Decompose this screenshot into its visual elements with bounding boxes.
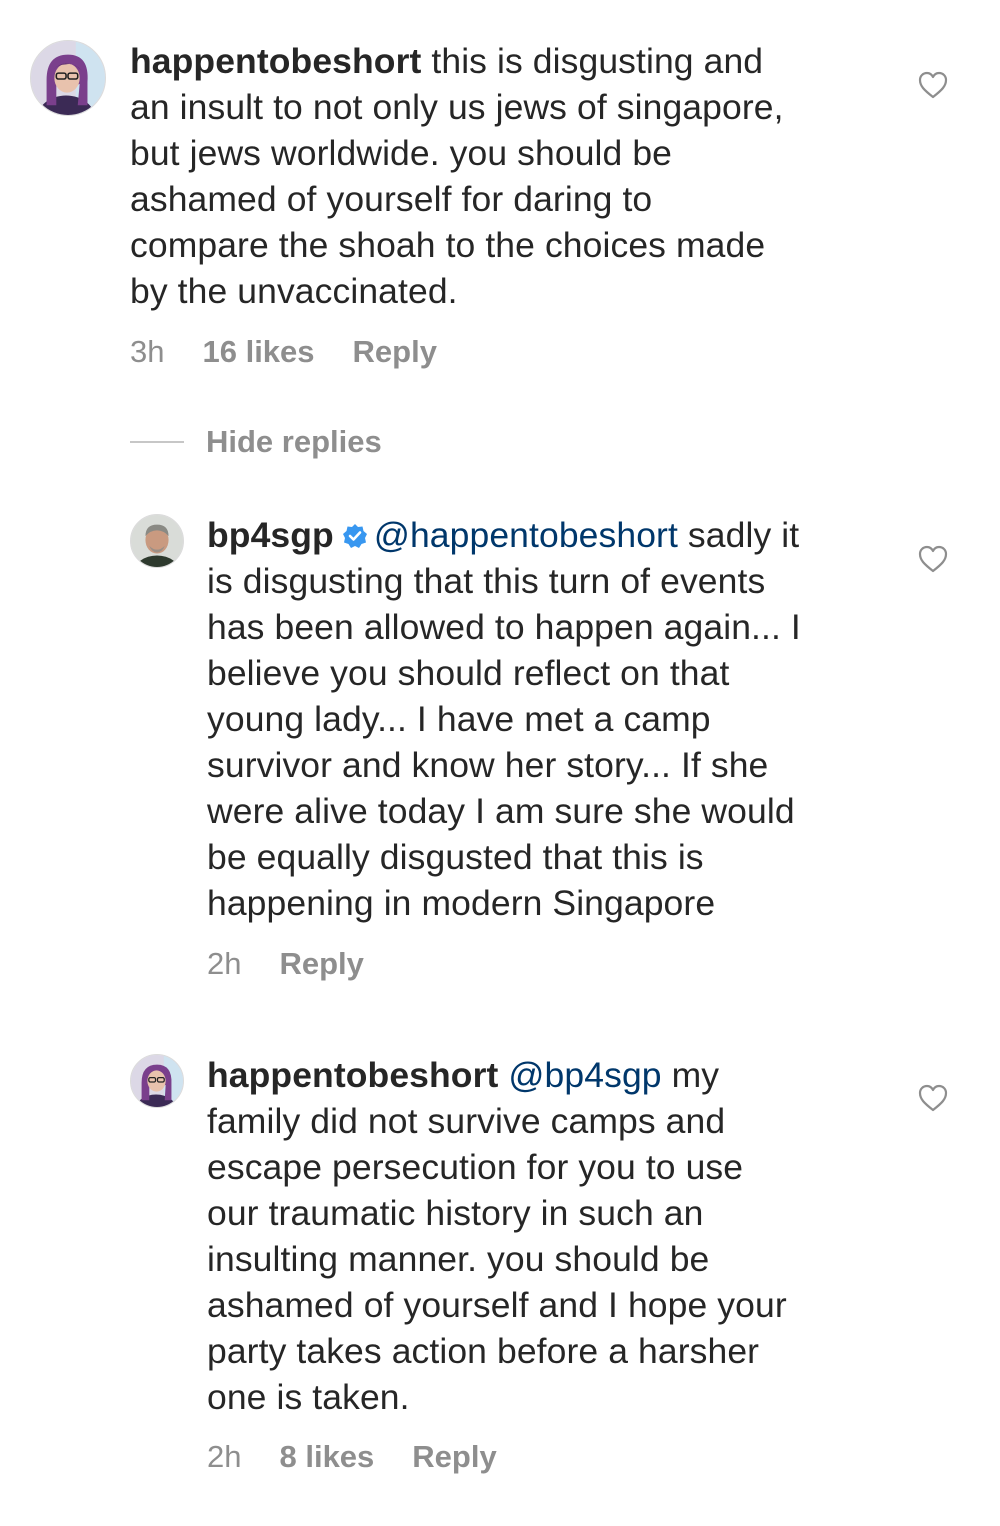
comment-text-line: ashamed of yourself and I hope your (207, 1285, 787, 1325)
comment-meta: 3h 16 likes Reply (130, 332, 475, 372)
mention-link[interactable]: @happentobeshort (374, 515, 678, 555)
comment-text-line: one is taken. (207, 1377, 410, 1417)
comment-timestamp: 3h (130, 334, 165, 369)
comment-text-line: young lady... I have met a camp (207, 699, 711, 739)
comment-text-line: were alive today I am sure she would (207, 791, 795, 831)
comment-username[interactable]: bp4sgp (207, 515, 334, 555)
comment-text-line: an insult to not only us jews of singapo… (130, 87, 784, 127)
avatar[interactable] (30, 40, 106, 116)
comment-text-line: survivor and know her story... If she (207, 745, 769, 785)
mention-link[interactable]: @bp4sgp (508, 1055, 661, 1095)
comment-username[interactable]: happentobeshort (207, 1055, 498, 1095)
comment-text-line: by the unvaccinated. (130, 271, 458, 311)
comment-text-line: happening in modern Singapore (207, 883, 716, 923)
comment-text-line: has been allowed to happen again... I (207, 607, 801, 647)
comment-text: bp4sgp @happentobeshort sadly it is disgu… (207, 512, 801, 926)
comment-timestamp: 2h (207, 946, 242, 981)
comment-text-line: be equally disgusted that this is (207, 837, 704, 877)
heart-outline-icon[interactable] (918, 545, 948, 573)
comment-meta: 2h 8 likes Reply (207, 1437, 535, 1477)
heart-outline-icon[interactable] (918, 71, 948, 99)
comment-text-line: but jews worldwide. you should be (130, 133, 673, 173)
comment-text: happentobeshort @bp4sgp my family did not… (207, 1052, 787, 1420)
comment-username[interactable]: happentobeshort (130, 41, 421, 81)
likes-count[interactable]: 16 likes (202, 334, 314, 369)
comment-text-line: is disgusting that this turn of events (207, 561, 766, 601)
comment-text-line: insulting manner. you should be (207, 1239, 710, 1279)
reply-button[interactable]: Reply (353, 334, 437, 369)
reply-button[interactable]: Reply (279, 946, 363, 981)
avatar[interactable] (130, 1054, 184, 1108)
comment-text-line: ashamed of yourself for daring to (130, 179, 653, 219)
reply-button[interactable]: Reply (412, 1439, 496, 1474)
hide-replies-label: Hide replies (206, 424, 382, 459)
comment-text-line: family did not survive camps and (207, 1101, 726, 1141)
heart-outline-icon[interactable] (918, 1084, 948, 1112)
comment-text-line: escape persecution for you to use (207, 1147, 744, 1187)
comment-text-line: compare the shoah to the choices made (130, 225, 766, 265)
comment-text: happentobeshort this is disgusting and a… (130, 38, 784, 314)
comment-meta: 2h Reply (207, 944, 402, 984)
comment-text-line: this is disgusting and (421, 41, 764, 81)
comment-timestamp: 2h (207, 1439, 242, 1474)
verified-badge-icon (342, 523, 368, 549)
comment-text-line: believe you should reflect on that (207, 653, 730, 693)
comment-text-line: party takes action before a harsher (207, 1331, 760, 1371)
comment-text-line: sadly it (677, 515, 800, 555)
comment-text-line: my (661, 1055, 720, 1095)
comment-item: happentobeshort this is disgusting and a… (0, 0, 1000, 400)
hide-replies-button[interactable]: Hide replies (130, 420, 382, 464)
comment-text-line: our traumatic history in such an (207, 1193, 704, 1233)
divider (130, 441, 184, 443)
avatar[interactable] (130, 514, 184, 568)
likes-count[interactable]: 8 likes (279, 1439, 374, 1474)
